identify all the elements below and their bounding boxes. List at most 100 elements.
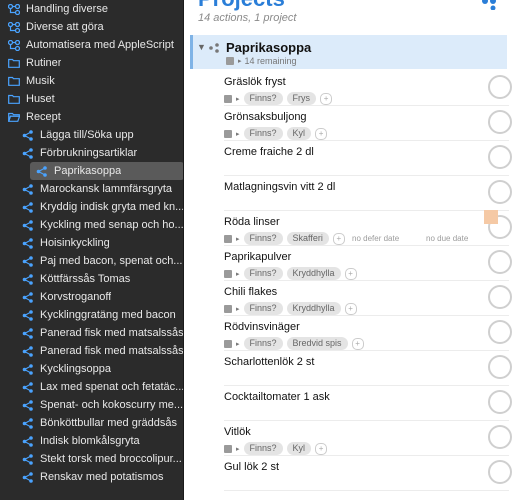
sidebar-item[interactable]: Lax med spenat och fetatäc... bbox=[0, 378, 184, 396]
sidebar-item[interactable]: Stekt torsk med broccolipur... bbox=[0, 450, 183, 468]
sidebar-item[interactable]: Kycklingsoppa bbox=[0, 360, 183, 378]
complete-checkbox[interactable] bbox=[488, 180, 512, 204]
task-title[interactable]: Grönsaksbuljong bbox=[224, 111, 307, 123]
task-row[interactable]: Creme fraiche 2 dl bbox=[224, 142, 512, 176]
tag-chip[interactable]: Kryddhylla bbox=[286, 302, 341, 315]
task-row[interactable]: Vitlök ▸ Finns? Kyl + bbox=[224, 422, 512, 456]
folder-open-icon bbox=[8, 111, 20, 123]
tag-chip[interactable]: Bredvid spis bbox=[286, 337, 348, 350]
task-title[interactable]: Chili flakes bbox=[224, 286, 277, 298]
task-row[interactable]: Paprikapulver ▸ Finns? Kryddhylla + bbox=[224, 247, 512, 281]
complete-checkbox[interactable] bbox=[488, 285, 512, 309]
disclosure-triangle-icon[interactable]: ▼ bbox=[197, 42, 206, 52]
task-title[interactable]: Creme fraiche 2 dl bbox=[224, 146, 314, 158]
tag-chip[interactable]: Finns? bbox=[243, 337, 283, 350]
due-date[interactable]: no due date bbox=[426, 234, 468, 243]
sidebar-item[interactable]: Paprikasoppa bbox=[30, 162, 183, 180]
sidebar-item[interactable]: Renskav med potatismos bbox=[0, 468, 183, 486]
tag-chip[interactable]: Finns? bbox=[243, 127, 283, 140]
tag-chip[interactable]: Kyl bbox=[286, 442, 312, 455]
project-icon bbox=[22, 291, 34, 303]
task-row[interactable]: Gräslök fryst ▸ Finns? Frys + bbox=[224, 72, 512, 106]
sidebar-item[interactable]: Hoisinkyckling bbox=[0, 234, 183, 252]
task-row[interactable]: Rödvinsvinäger ▸ Finns? Bredvid spis + bbox=[224, 317, 512, 351]
complete-checkbox[interactable] bbox=[488, 460, 512, 484]
sidebar-item[interactable]: Spenat- och kokoscurry me... bbox=[0, 396, 183, 414]
task-title[interactable]: Scharlottenlök 2 st bbox=[224, 356, 315, 368]
task-title[interactable]: Matlagningsvin vitt 2 dl bbox=[224, 181, 335, 193]
tag-chip[interactable]: Skafferi bbox=[286, 232, 329, 245]
complete-checkbox[interactable] bbox=[488, 390, 512, 414]
task-row[interactable]: Chili flakes ▸ Finns? Kryddhylla + bbox=[224, 282, 512, 316]
sidebar-item[interactable]: Förbrukningsartiklar bbox=[0, 144, 183, 162]
sidebar-item[interactable]: Köttfärssås Tomas bbox=[0, 270, 183, 288]
sidebar-item[interactable]: Kycklinggratäng med bacon bbox=[0, 306, 183, 324]
sidebar-item-label: Stekt torsk med broccolipur... bbox=[40, 453, 182, 465]
task-row[interactable]: Grönsaksbuljong ▸ Finns? Kyl + bbox=[224, 107, 512, 141]
sidebar-item[interactable]: Rutiner bbox=[0, 54, 183, 72]
task-title[interactable]: Rödvinsvinäger bbox=[224, 321, 300, 333]
complete-checkbox[interactable] bbox=[488, 110, 512, 134]
complete-checkbox[interactable] bbox=[488, 145, 512, 169]
project-icon bbox=[209, 43, 219, 53]
task-title[interactable]: Gräslök fryst bbox=[224, 76, 286, 88]
tag-chip[interactable]: Finns? bbox=[243, 442, 283, 455]
sidebar-item-label: Kryddig indisk gryta med kn... bbox=[40, 201, 184, 213]
task-row[interactable]: Scharlottenlök 2 st bbox=[224, 352, 512, 386]
tag-chip[interactable]: Finns? bbox=[243, 302, 283, 315]
defer-date[interactable]: no defer date bbox=[352, 234, 399, 243]
tag-chip[interactable]: Finns? bbox=[243, 232, 283, 245]
view-options-icon[interactable] bbox=[481, 0, 497, 10]
complete-checkbox[interactable] bbox=[488, 355, 512, 379]
add-tag-icon[interactable]: + bbox=[344, 267, 357, 280]
complete-checkbox[interactable] bbox=[488, 425, 512, 449]
sidebar-item[interactable]: Handling diverse bbox=[0, 0, 183, 18]
sidebar-item[interactable]: Bönköttbullar med gräddsås bbox=[0, 414, 183, 432]
complete-checkbox[interactable] bbox=[488, 320, 512, 344]
project-icon bbox=[22, 381, 34, 393]
sidebar-item[interactable]: Automatisera med AppleScript bbox=[0, 36, 183, 54]
task-row[interactable]: Matlagningsvin vitt 2 dl bbox=[224, 177, 512, 211]
sidebar-item[interactable]: Recept bbox=[0, 108, 183, 126]
task-title[interactable]: Vitlök bbox=[224, 426, 251, 438]
note-icon bbox=[224, 129, 232, 138]
task-row[interactable]: Gul lök 2 st bbox=[224, 457, 512, 491]
add-tag-icon[interactable]: + bbox=[315, 127, 328, 140]
sidebar-item[interactable]: Lägga till/Söka upp bbox=[0, 126, 183, 144]
sidebar-item[interactable]: Kyckling med senap och ho... bbox=[0, 216, 183, 234]
task-title[interactable]: Röda linser bbox=[224, 216, 280, 228]
project-icon bbox=[22, 345, 34, 357]
sidebar-item-label: Lax med spenat och fetatäc... bbox=[40, 381, 184, 393]
complete-checkbox[interactable] bbox=[488, 75, 512, 99]
task-row[interactable]: Röda linser ▸ Finns? Skafferi + no defer date… bbox=[224, 212, 512, 246]
sidebar-item[interactable]: Indisk blomkålsgryta bbox=[0, 432, 183, 450]
complete-checkbox[interactable] bbox=[488, 250, 512, 274]
sidebar-item[interactable]: Kryddig indisk gryta med kn... bbox=[0, 198, 184, 216]
add-tag-icon[interactable]: + bbox=[320, 92, 333, 105]
project-row[interactable]: ▼ Paprikasoppa ▸ 14 remaining bbox=[190, 35, 507, 69]
add-tag-icon[interactable]: + bbox=[351, 337, 364, 350]
add-tag-icon[interactable]: + bbox=[332, 232, 345, 245]
add-tag-icon[interactable]: + bbox=[315, 442, 328, 455]
task-row[interactable]: Cocktailtomater 1 ask bbox=[224, 387, 512, 421]
sidebar-item[interactable]: Marockansk lammfärsgryta bbox=[0, 180, 183, 198]
sidebar-item[interactable]: Diverse att göra bbox=[0, 18, 183, 36]
sidebar-item[interactable]: Panerad fisk med matsalssås bbox=[0, 342, 183, 360]
tag-chip[interactable]: Frys bbox=[286, 92, 317, 105]
project-icon bbox=[22, 147, 34, 159]
sidebar-item[interactable]: Musik bbox=[0, 72, 183, 90]
task-title[interactable]: Paprikapulver bbox=[224, 251, 291, 263]
task-title[interactable]: Cocktailtomater 1 ask bbox=[224, 391, 330, 403]
project-icon bbox=[22, 471, 34, 483]
arrow-icon: ▸ bbox=[236, 445, 240, 453]
tag-chip[interactable]: Kryddhylla bbox=[286, 267, 341, 280]
sidebar-item[interactable]: Korvstroganoff bbox=[0, 288, 183, 306]
tag-chip[interactable]: Finns? bbox=[243, 92, 283, 105]
sidebar-item[interactable]: Huset bbox=[0, 90, 183, 108]
sidebar-item[interactable]: Panerad fisk med matsalssås bbox=[0, 324, 183, 342]
tag-chip[interactable]: Kyl bbox=[286, 127, 312, 140]
add-tag-icon[interactable]: + bbox=[344, 302, 357, 315]
tag-chip[interactable]: Finns? bbox=[243, 267, 283, 280]
task-title[interactable]: Gul lök 2 st bbox=[224, 461, 279, 473]
sidebar-item[interactable]: Paj med bacon, spenat och... bbox=[0, 252, 183, 270]
